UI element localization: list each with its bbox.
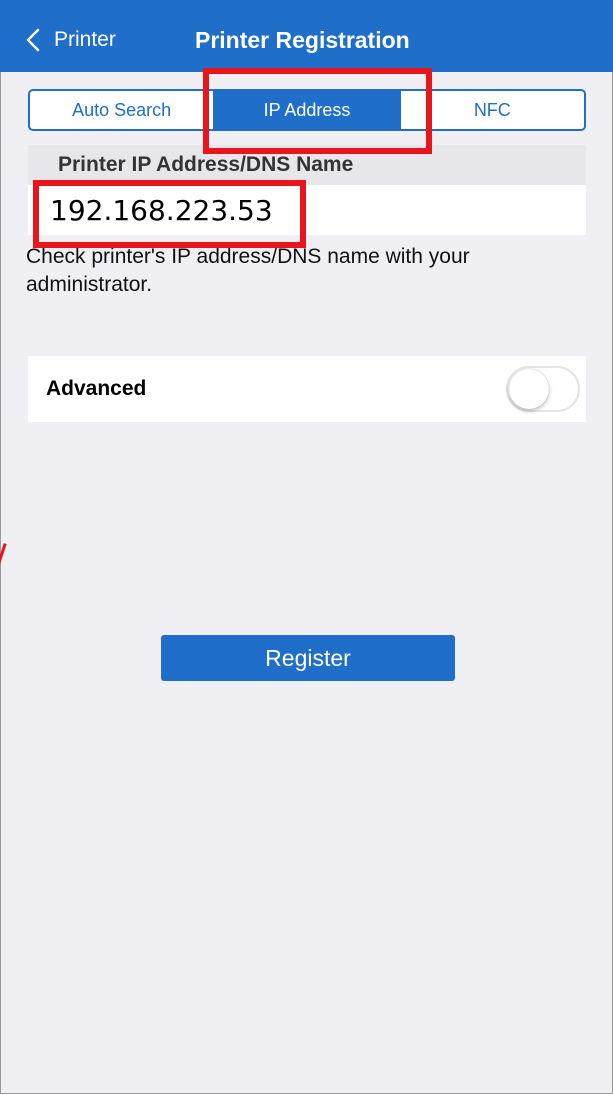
registration-method-tabs: Auto Search IP Address NFC: [28, 89, 586, 131]
chevron-left-icon: [26, 28, 40, 52]
ip-section-header-label: Printer IP Address/DNS Name: [58, 153, 354, 176]
ip-address-input[interactable]: [50, 189, 570, 231]
back-button[interactable]: Printer: [26, 20, 116, 60]
ip-input-row: [28, 185, 586, 235]
advanced-toggle[interactable]: [506, 366, 580, 412]
advanced-label: Advanced: [46, 377, 147, 400]
page-title: Printer Registration: [195, 27, 410, 53]
toggle-knob: [509, 369, 549, 409]
ip-hint-text: Check printer's IP address/DNS name with…: [26, 245, 470, 296]
navigation-bar: Printer Printer Registration: [0, 0, 613, 72]
tab-auto-search[interactable]: Auto Search: [30, 91, 213, 129]
back-button-label: Printer: [54, 28, 116, 51]
ip-section-header: Printer IP Address/DNS Name: [28, 145, 586, 185]
register-button[interactable]: Register: [161, 635, 455, 681]
advanced-row: Advanced: [28, 356, 586, 422]
tab-ip-address[interactable]: IP Address: [213, 91, 399, 129]
tab-nfc[interactable]: NFC: [398, 91, 584, 129]
